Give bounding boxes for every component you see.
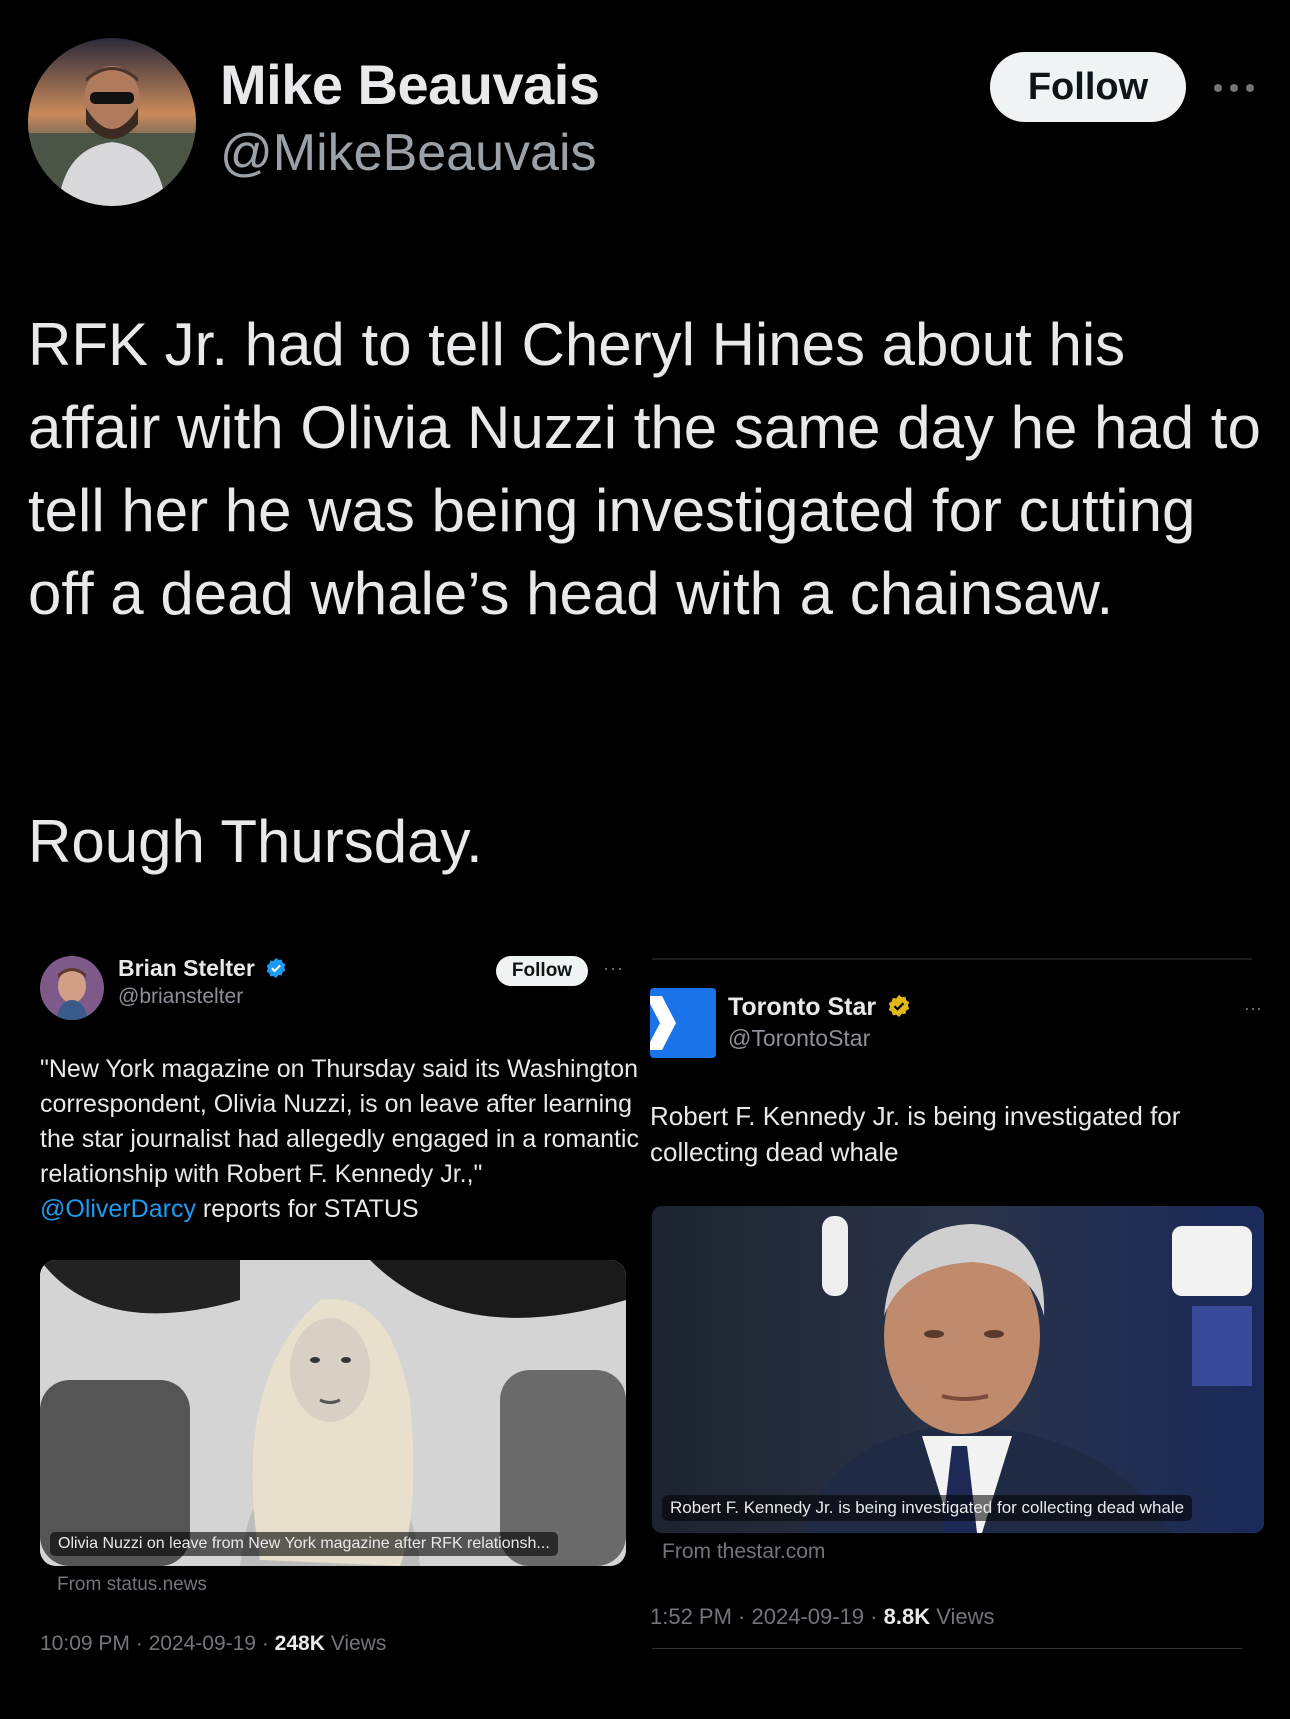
- mention-link: @OliverDarcy: [40, 1195, 196, 1223]
- tweet-text: RFK Jr. had to tell Cheryl Hines about h…: [28, 311, 1261, 627]
- embedded-link-caption: Olivia Nuzzi on leave from New York maga…: [50, 1532, 558, 1556]
- toronto-star-logo-icon: [650, 988, 716, 1058]
- embedded-more-icon-2: ···: [1244, 998, 1262, 1018]
- embedded-author-handle-2: @TorontoStar: [728, 1025, 871, 1051]
- author-handle[interactable]: @MikeBeauvais: [220, 123, 597, 183]
- embedded-link-image-2: Robert F. Kennedy Jr. is being investiga…: [652, 1206, 1264, 1533]
- embedded-follow-button: Follow: [496, 956, 588, 986]
- verified-gold-badge-icon: [888, 995, 910, 1017]
- embedded-tweet-meta-2: 1:52 PM · 2024-09-19 · 8.8K Views: [650, 1604, 995, 1629]
- embedded-link-source: From status.news: [57, 1574, 207, 1595]
- embedded-tweet-meta: 10:09 PM · 2024-09-19 · 248K Views: [40, 1632, 387, 1655]
- author-avatar[interactable]: [28, 38, 196, 206]
- embedded-author-name: Brian Stelter: [118, 955, 287, 982]
- embedded-tweet-text-2: Robert F. Kennedy Jr. is being investiga…: [650, 1101, 1181, 1167]
- follow-button[interactable]: Follow: [990, 52, 1186, 122]
- embedded-author-name-2: Toronto Star: [728, 993, 911, 1022]
- tweet-text-closing: Rough Thursday.: [28, 808, 483, 875]
- embedded-divider-top: [652, 958, 1252, 960]
- verified-badge-icon: [266, 957, 286, 979]
- embedded-tweet-text: "New York magazine on Thursday said its …: [40, 1055, 639, 1223]
- embedded-author-avatar: [40, 956, 104, 1020]
- embedded-author-handle: @brianstelter: [118, 985, 244, 1008]
- embedded-link-image: Olivia Nuzzi on leave from New York maga…: [40, 1260, 626, 1566]
- embedded-link-source-2: From thestar.com: [662, 1540, 826, 1563]
- embedded-divider-bottom: [652, 1648, 1242, 1649]
- author-name[interactable]: Mike Beauvais: [220, 52, 600, 117]
- embedded-more-icon: ···: [603, 958, 624, 978]
- embedded-link-caption-2: Robert F. Kennedy Jr. is being investiga…: [662, 1495, 1193, 1521]
- more-options-icon[interactable]: [1214, 72, 1258, 102]
